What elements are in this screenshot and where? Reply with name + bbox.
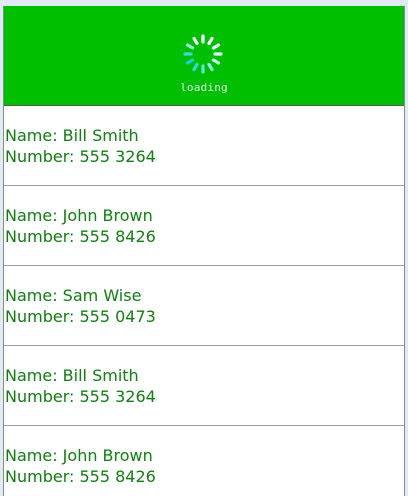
list-item[interactable]: Name: John Brown Number: 555 8426 [4,186,404,266]
contact-name: Name: Bill Smith [5,366,139,385]
loading-spinner-icon [183,34,223,74]
list-item[interactable]: Name: Bill Smith Number: 555 3264 [4,106,404,186]
contact-number: Number: 555 3264 [5,387,156,406]
contact-number: Number: 555 8426 [5,227,156,246]
app-window: loading Name: Bill Smith Number: 555 326… [3,6,405,496]
contact-name: Name: Sam Wise [5,286,142,305]
contact-number: Number: 555 3264 [5,147,156,166]
list-item[interactable]: Name: Bill Smith Number: 555 3264 [4,346,404,426]
list-item[interactable]: Name: John Brown Number: 555 8426 [4,426,404,496]
contact-name: Name: Bill Smith [5,126,139,145]
loading-label: loading [180,81,228,94]
contact-list[interactable]: Name: Bill Smith Number: 555 3264 Name: … [4,106,404,496]
contact-number: Number: 555 0473 [5,307,156,326]
list-item[interactable]: Name: Sam Wise Number: 555 0473 [4,266,404,346]
contact-name: Name: John Brown [5,206,153,225]
contact-number: Number: 555 8426 [5,467,156,486]
contact-name: Name: John Brown [5,446,153,465]
pull-to-refresh-header: loading [4,6,404,106]
